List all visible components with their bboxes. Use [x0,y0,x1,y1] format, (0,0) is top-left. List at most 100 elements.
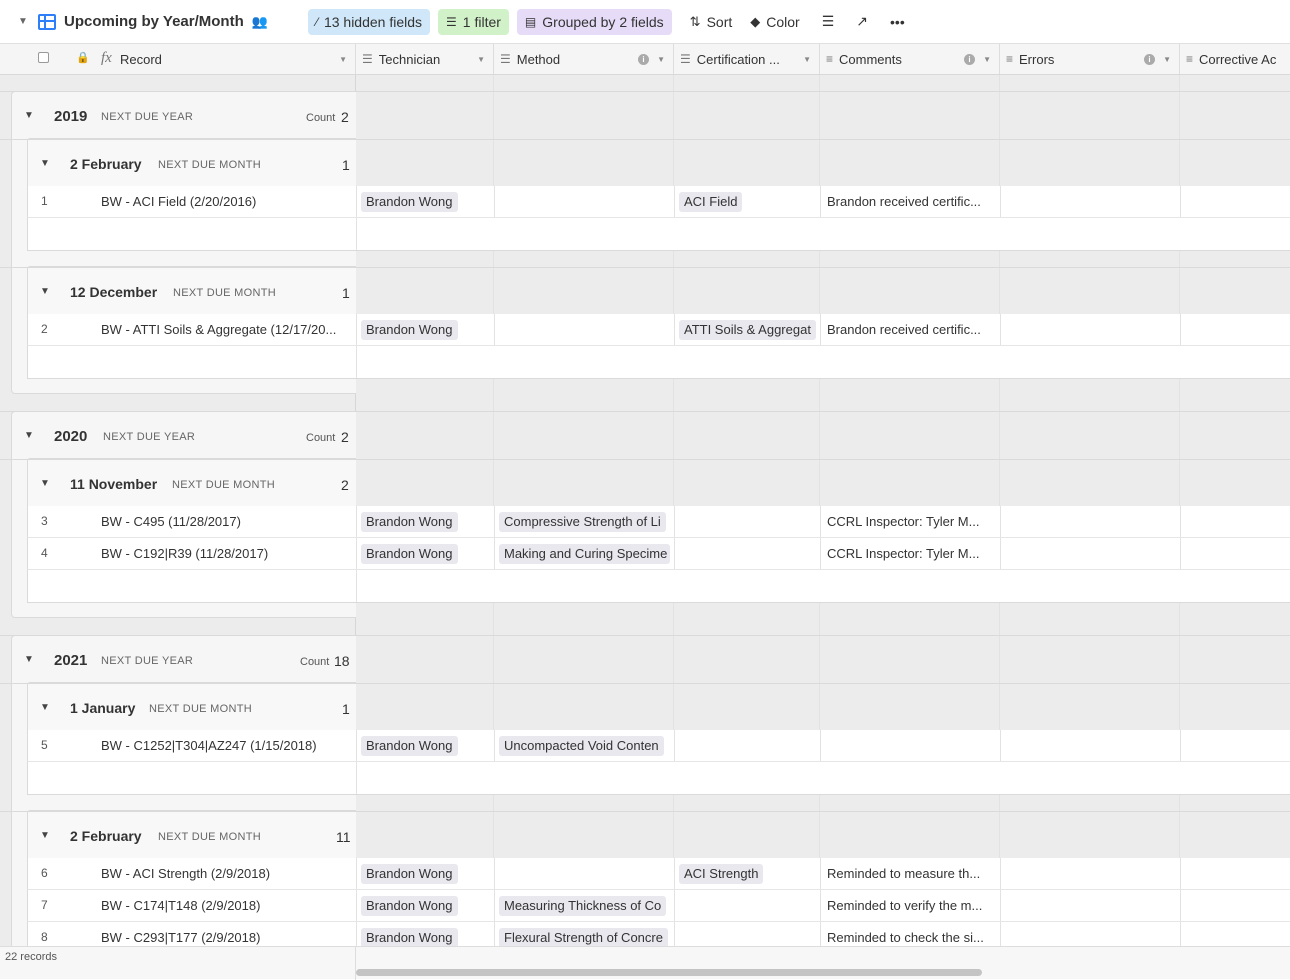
collapse-caret-icon[interactable]: ▼ [40,158,50,169]
collapse-caret-icon[interactable]: ▼ [40,702,50,713]
header-corrective-action[interactable]: ≡ Corrective Ac [1180,44,1290,74]
more-options-icon[interactable]: ••• [890,14,905,30]
method-chip[interactable]: Compressive Strength of Li [499,512,666,532]
record-name[interactable]: BW - C293|T177 (2/9/2018) [101,930,353,945]
info-icon[interactable]: i [964,53,975,65]
collapse-caret-icon[interactable]: ▼ [40,478,50,489]
filter-button[interactable]: ☰ 1 filter [438,8,509,35]
record-name[interactable]: BW - C1252|T304|AZ247 (1/15/2018) [101,738,353,753]
add-row-area[interactable] [27,346,1290,379]
color-button[interactable]: ◆ Color [750,14,799,30]
hidden-fields-button[interactable]: ⁄ 13 hidden fields [307,8,431,35]
hidden-fields-label: 13 hidden fields [323,13,423,30]
technician-chip[interactable]: Brandon Wong [361,864,458,884]
collapse-caret-icon[interactable]: ▼ [40,830,50,841]
collapse-caret-icon[interactable]: ▼ [24,110,34,121]
column-divider [820,186,821,217]
group-header-month[interactable]: ▼ 2 February NEXT DUE MONTH 1 [0,139,1290,186]
view-menu-caret-icon[interactable]: ▼ [18,16,32,27]
grid-view-icon [38,13,56,30]
view-title[interactable]: Upcoming by Year/Month [64,13,244,30]
column-divider [820,858,821,889]
header-record-label: Record [120,51,162,67]
share-view-icon[interactable]: ↗ [856,13,868,30]
comments-cell[interactable]: Reminded to measure th... [827,866,995,881]
group-count-value: 1 [342,157,350,173]
add-row-area[interactable] [27,218,1290,251]
certification-chip[interactable]: ACI Field [679,192,743,212]
chevron-down-icon[interactable]: ▼ [983,55,991,64]
table-row[interactable]: 8 BW - C293|T177 (2/9/2018) Brandon Wong… [27,922,1290,946]
comments-cell[interactable]: Reminded to check the si... [827,930,995,945]
technician-chip[interactable]: Brandon Wong [361,928,458,946]
table-row[interactable]: 1 BW - ACI Field (2/20/2016) Brandon Won… [27,186,1290,218]
table-row[interactable]: 3 BW - C495 (11/28/2017) Brandon Wong Co… [27,506,1290,538]
group-header-year[interactable]: ▼ 2021 NEXT DUE YEAR Count 18 [0,635,1290,683]
record-name[interactable]: BW - ATTI Soils & Aggregate (12/17/20... [101,322,353,337]
method-chip[interactable]: Making and Curing Specime [499,544,670,564]
info-icon[interactable]: i [1144,53,1155,65]
collapse-caret-icon[interactable]: ▼ [24,430,34,441]
horizontal-scrollbar[interactable] [356,969,982,976]
method-chip[interactable]: Uncompacted Void Conten [499,736,664,756]
collapse-caret-icon[interactable]: ▼ [24,654,34,665]
header-errors[interactable]: ≡ Errors i ▼ [1000,44,1180,74]
chevron-down-icon[interactable]: ▼ [803,55,811,64]
table-row[interactable]: 7 BW - C174|T148 (2/9/2018) Brandon Wong… [27,890,1290,922]
method-chip[interactable]: Flexural Strength of Concre [499,928,668,946]
group-header-year[interactable]: ▼ 2020 NEXT DUE YEAR Count 2 [0,411,1290,459]
technician-chip[interactable]: Brandon Wong [361,192,458,212]
header-method[interactable]: ☰ Method i ▼ [494,44,674,74]
header-record[interactable]: 🔒 fx Record ▼ [0,44,356,74]
technician-chip[interactable]: Brandon Wong [361,544,458,564]
technician-chip[interactable]: Brandon Wong [361,896,458,916]
table-row[interactable]: 2 BW - ATTI Soils & Aggregate (12/17/20.… [27,314,1290,346]
row-height-icon[interactable]: ☰ [822,13,835,30]
table-row[interactable]: 6 BW - ACI Strength (2/9/2018) Brandon W… [27,858,1290,890]
chevron-down-icon[interactable]: ▼ [477,55,485,64]
group-header-month[interactable]: ▼ 12 December NEXT DUE MONTH 1 [0,267,1290,314]
table-row[interactable]: 5 BW - C1252|T304|AZ247 (1/15/2018) Bran… [27,730,1290,762]
chevron-down-icon[interactable]: ▼ [339,55,347,64]
chevron-down-icon[interactable]: ▼ [657,55,665,64]
record-name[interactable]: BW - ACI Field (2/20/2016) [101,194,353,209]
header-certification[interactable]: ☰ Certification ... ▼ [674,44,820,74]
select-all-checkbox[interactable] [38,52,49,63]
table-row[interactable]: 4 BW - C192|R39 (11/28/2017) Brandon Won… [27,538,1290,570]
group-header-month[interactable]: ▼ 2 February NEXT DUE MONTH 11 [0,811,1290,858]
record-name[interactable]: BW - C174|T148 (2/9/2018) [101,898,353,913]
method-chip[interactable]: Measuring Thickness of Co [499,896,667,916]
paint-bucket-icon: ◆ [750,13,761,29]
technician-chip[interactable]: Brandon Wong [361,512,458,532]
comments-cell[interactable]: CCRL Inspector: Tyler M... [827,514,995,529]
chevron-down-icon[interactable]: ▼ [1163,55,1171,64]
header-comments[interactable]: ≡ Comments i ▼ [820,44,1000,74]
comments-cell[interactable]: Brandon received certific... [827,194,995,209]
group-header-year[interactable]: ▼ 2019 NEXT DUE YEAR Count 2 [0,91,1290,139]
column-divider [1180,890,1181,921]
comments-cell[interactable]: Brandon received certific... [827,322,995,337]
record-name[interactable]: BW - C192|R39 (11/28/2017) [101,546,353,561]
certification-chip[interactable]: ACI Strength [679,864,764,884]
certification-chip[interactable]: ATTI Soils & Aggregat [679,320,816,340]
collapse-caret-icon[interactable]: ▼ [40,286,50,297]
info-icon[interactable]: i [638,53,649,65]
column-divider [1000,858,1001,889]
group-header-month[interactable]: ▼ 11 November NEXT DUE MONTH 2 [0,459,1290,506]
comments-cell[interactable]: CCRL Inspector: Tyler M... [827,546,995,561]
technician-chip[interactable]: Brandon Wong [361,320,458,340]
link-field-icon: ☰ [500,52,511,66]
add-row-area[interactable] [27,570,1290,603]
group-header-month[interactable]: ▼ 1 January NEXT DUE MONTH 1 [0,683,1290,730]
record-name[interactable]: BW - ACI Strength (2/9/2018) [101,866,353,881]
formula-field-icon: fx [101,50,112,66]
sort-button[interactable]: ⇅ Sort [690,14,733,30]
column-divider [356,538,357,569]
record-name[interactable]: BW - C495 (11/28/2017) [101,514,353,529]
comments-cell[interactable]: Reminded to verify the m... [827,898,995,913]
header-certification-label: Certification ... [696,51,780,67]
technician-chip[interactable]: Brandon Wong [361,736,458,756]
header-technician[interactable]: ☰ Technician ▼ [356,44,494,74]
group-button[interactable]: ▤ Grouped by 2 fields [516,8,672,35]
add-row-area[interactable] [27,762,1290,795]
